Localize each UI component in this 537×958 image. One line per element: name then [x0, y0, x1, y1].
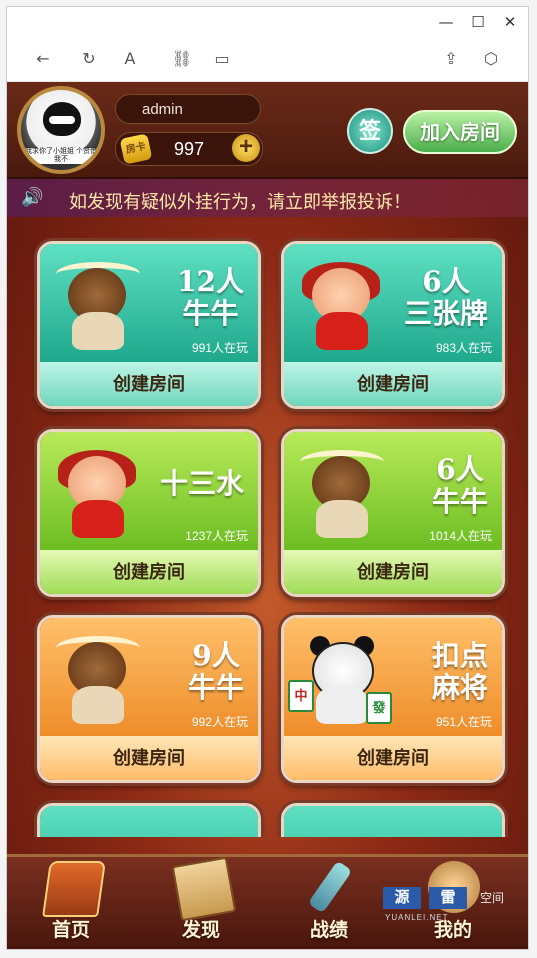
card-body: 中 發 扣点 麻将 951人在玩 [284, 618, 502, 736]
game-card-koudian-mahjong[interactable]: 中 發 扣点 麻将 951人在玩 创建房间 [281, 615, 505, 783]
girl-character-icon [48, 450, 148, 540]
card-body [284, 806, 502, 837]
discover-scroll-icon [171, 856, 237, 922]
bull-character-icon [48, 262, 148, 352]
notice-bar: 🔊 如发现有疑似外挂行为，请立即举报投诉！ [7, 179, 528, 217]
join-room-button[interactable]: 加入房间 [403, 110, 517, 154]
players-online: 1237人在玩 [185, 529, 248, 543]
mahjong-tile-fa-icon: 發 [366, 692, 392, 724]
tabs-icon[interactable]: ▭ [210, 47, 234, 71]
game-card-6-niuniu[interactable]: 6人 牛牛 1014人在玩 创建房间 [281, 429, 505, 597]
create-room-button[interactable]: 创建房间 [40, 550, 258, 594]
link-icon[interactable]: ⛓ [170, 47, 194, 71]
game-title: 6人 牛牛 [432, 454, 488, 518]
game-title-line1: 6人 [422, 265, 470, 298]
card-body [40, 806, 258, 837]
players-online: 1014人在玩 [429, 529, 492, 543]
watermark-char-c: 空间 [479, 891, 504, 905]
game-card-shisanshui[interactable]: 十三水 1237人在玩 创建房间 [37, 429, 261, 597]
bull-character-icon [292, 450, 392, 540]
girl-character-icon [292, 262, 392, 352]
bottom-nav: 首页 发现 战绩 我的 源 雷 空间 YUANLEI.NET [7, 854, 528, 949]
share-icon[interactable]: ⇪ [439, 47, 463, 71]
username-label: admin [115, 94, 261, 124]
players-online: 991人在玩 [191, 341, 248, 355]
speaker-icon: 🔊 [21, 187, 44, 208]
watermark: 源 雷 空间 YUANLEI.NET [377, 881, 528, 922]
game-title: 9人 牛牛 [188, 640, 244, 704]
game-card-12-niuniu[interactable]: 12人 牛牛 991人在玩 创建房间 [37, 241, 261, 409]
watermark-char-a: 源 [383, 887, 421, 909]
create-room-button[interactable]: 创建房间 [284, 736, 502, 780]
sign-in-button[interactable]: 签 [347, 108, 393, 154]
game-title-line2: 麻将 [431, 671, 488, 704]
game-title-line1: 十三水 [159, 467, 244, 500]
extension-icon[interactable]: ⬡ [479, 47, 503, 71]
game-title-line2: 牛牛 [187, 671, 244, 704]
close-button[interactable]: ✕ [499, 11, 521, 33]
game-title-line1: 9人 [192, 639, 240, 672]
room-card-count: 997 [174, 139, 205, 159]
home-cart-icon [42, 861, 106, 917]
avatar-eyes-icon [49, 116, 75, 124]
nav-discover[interactable]: 发现 [151, 856, 251, 947]
players-online: 951人在玩 [435, 715, 492, 729]
add-room-card-button[interactable]: + [232, 134, 260, 162]
card-body: 6人 牛牛 1014人在玩 [284, 432, 502, 550]
watermark-char-b: 雷 [429, 887, 467, 909]
browser-toolbar: ← ↻ A ⛓ ▭ ⇪ ⬡ [7, 37, 528, 82]
nav-home-label: 首页 [51, 919, 90, 941]
game-title-line1: 扣点 [431, 639, 488, 672]
game-title-line2: 牛牛 [182, 297, 239, 330]
create-room-button[interactable]: 创建房间 [284, 362, 502, 406]
game-title-line1: 6人 [436, 453, 484, 486]
card-body: 9人 牛牛 992人在玩 [40, 618, 258, 736]
players-online: 992人在玩 [191, 715, 248, 729]
text-size-icon[interactable]: A [118, 47, 142, 71]
records-sword-icon [307, 860, 353, 914]
avatar-caption: 我求你了小姐姐 个赞借我不 [23, 148, 99, 164]
room-card-icon: 房卡 [119, 133, 153, 165]
card-body: 十三水 1237人在玩 [40, 432, 258, 550]
card-body: 12人 牛牛 991人在玩 [40, 244, 258, 362]
game-grid: 12人 牛牛 991人在玩 创建房间 6人 三张牌 983人在玩 创建房间 十三水 [7, 217, 528, 837]
game-card-9-niuniu[interactable]: 9人 牛牛 992人在玩 创建房间 [37, 615, 261, 783]
refresh-icon[interactable]: ↻ [77, 47, 101, 71]
nav-home[interactable]: 首页 [21, 861, 121, 947]
game-title: 12人 牛牛 [177, 266, 244, 330]
game-title: 十三水 [160, 468, 244, 500]
game-card-partial[interactable] [281, 803, 505, 837]
game-lobby: 我求你了小姐姐 个赞借我不 admin 房卡 997 + 签 加入房间 🔊 如发… [7, 82, 528, 949]
game-card-partial[interactable] [37, 803, 261, 837]
maximize-button[interactable]: ☐ [467, 11, 489, 33]
title-bar: — ☐ ✕ [7, 7, 528, 37]
nav-records-label: 战绩 [309, 919, 348, 941]
bull-character-icon [48, 636, 148, 726]
card-body: 6人 三张牌 983人在玩 [284, 244, 502, 362]
minimize-button[interactable]: — [435, 11, 457, 33]
lobby-header: 我求你了小姐姐 个赞借我不 admin 房卡 997 + 签 加入房间 [7, 82, 528, 179]
create-room-button[interactable]: 创建房间 [284, 550, 502, 594]
avatar[interactable]: 我求你了小姐姐 个赞借我不 [17, 86, 105, 174]
game-title: 6人 三张牌 [404, 266, 488, 330]
create-room-button[interactable]: 创建房间 [40, 736, 258, 780]
nav-records[interactable]: 战绩 [279, 860, 379, 947]
game-title-line1: 12人 [177, 265, 244, 298]
mahjong-tile-zhong-icon: 中 [288, 680, 314, 712]
game-title-line2: 牛牛 [431, 485, 488, 518]
players-online: 983人在玩 [435, 341, 492, 355]
watermark-sub: YUANLEI.NET [385, 913, 449, 922]
game-title: 扣点 麻将 [432, 640, 488, 704]
back-icon[interactable]: ← [31, 47, 55, 71]
browser-window: — ☐ ✕ ← ↻ A ⛓ ▭ ⇪ ⬡ 我求你了小姐姐 个赞借我不 admin … [6, 6, 529, 950]
room-card-balance: 房卡 997 + [115, 132, 263, 166]
notice-text: 如发现有疑似外挂行为，请立即举报投诉！ [69, 192, 411, 212]
nav-discover-label: 发现 [181, 919, 220, 941]
game-card-6-sanzhangpai[interactable]: 6人 三张牌 983人在玩 创建房间 [281, 241, 505, 409]
game-title-line2: 三张牌 [403, 297, 488, 330]
create-room-button[interactable]: 创建房间 [40, 362, 258, 406]
